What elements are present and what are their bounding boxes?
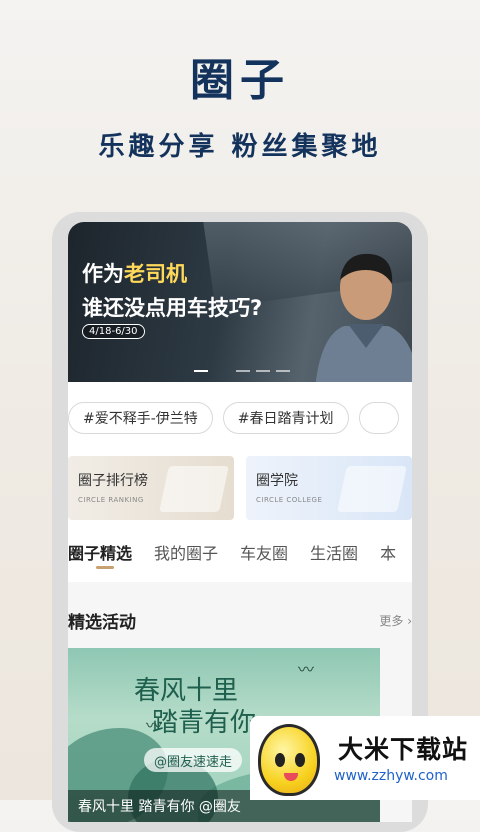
watermark-name: 大米下载站 — [338, 735, 469, 764]
topic-tag[interactable]: #爱不释手-伊兰特 — [68, 402, 213, 434]
watermark-logo-icon — [258, 724, 320, 796]
carousel-dot[interactable] — [276, 370, 290, 372]
topic-tag-partial[interactable] — [358, 402, 399, 434]
banner-headline-1a: 作为 — [82, 262, 124, 286]
college-decoration-icon — [337, 466, 407, 512]
banner-headline-2: 谁还没点用车技巧? — [82, 296, 263, 320]
circle-college-card[interactable]: 圈学院 CIRCLE COLLEGE — [246, 456, 412, 520]
tab-more-partial[interactable]: 本 — [380, 540, 396, 564]
mechanic-illustration — [315, 253, 412, 382]
topic-tag-row: #爱不释手-伊兰特 #春日踏青计划 — [68, 402, 412, 434]
ranking-decoration-icon — [159, 466, 229, 512]
watermark-url: www.zzhyw.com — [334, 768, 448, 784]
carousel-indicator[interactable] — [194, 370, 290, 372]
swallow-icon: 〰 — [298, 660, 315, 679]
watermark: 大米下载站 www.zzhyw.com — [250, 716, 480, 800]
tab-my-circles[interactable]: 我的圈子 — [154, 540, 218, 564]
page-title: 圈子 — [190, 55, 290, 106]
tab-life[interactable]: 生活圈 — [310, 540, 358, 564]
carousel-dot[interactable] — [256, 370, 270, 372]
tab-car-friends[interactable]: 车友圈 — [240, 540, 288, 564]
topic-tag[interactable]: #春日踏青计划 — [222, 402, 349, 434]
active-tab-indicator — [96, 566, 114, 569]
section-title: 精选活动 — [68, 613, 136, 633]
circle-ranking-card[interactable]: 圈子排行榜 CIRCLE RANKING — [68, 456, 234, 520]
activity-pill: @圈友速速走 — [144, 748, 243, 772]
circle-tabs: 圈子精选 我的圈子 车友圈 生活圈 本 — [68, 540, 412, 564]
banner-headline-1: 作为老司机 — [82, 258, 187, 288]
activity-title-line2: 踏青有你 — [152, 708, 257, 738]
page-subtitle: 乐趣分享 粉丝集聚地 — [98, 132, 382, 162]
carousel-dot-active[interactable] — [194, 370, 208, 372]
carousel-dot[interactable] — [236, 370, 250, 372]
banner-headline-1b: 老司机 — [124, 262, 187, 286]
more-link[interactable]: 更多 › — [379, 612, 412, 629]
banner-date-badge: 4/18-6/30 — [82, 324, 145, 339]
promo-banner[interactable]: 作为老司机 谁还没点用车技巧? 4/18-6/30 — [68, 222, 412, 382]
tab-featured[interactable]: 圈子精选 — [68, 540, 132, 564]
